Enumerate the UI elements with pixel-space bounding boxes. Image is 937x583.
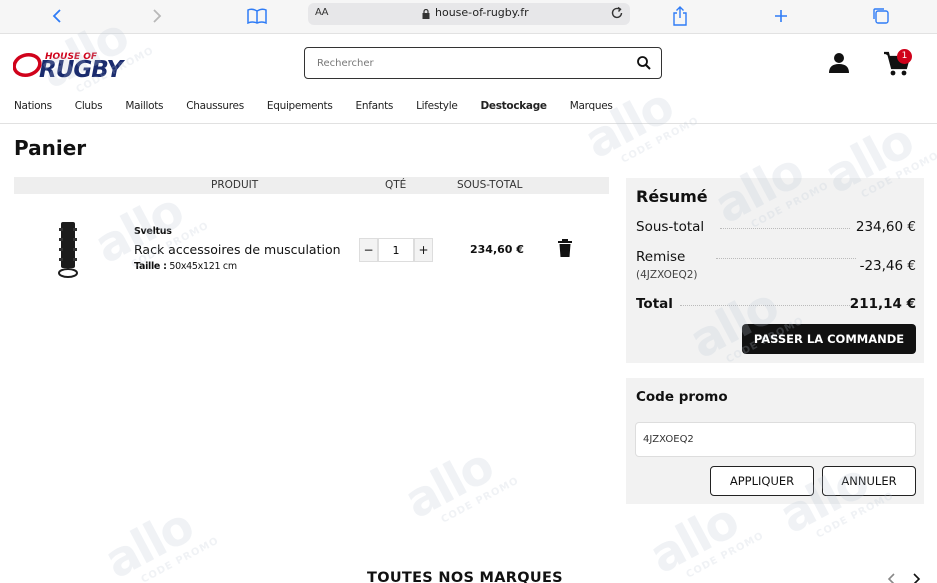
size-label: Taille : [134, 261, 167, 272]
size-value: 50x45x121 cm [169, 261, 237, 272]
col-subtotal: SOUS-TOTAL [457, 179, 523, 191]
chevron-left-icon[interactable] [887, 573, 897, 583]
chevron-right-icon[interactable] [911, 573, 921, 583]
share-icon[interactable] [668, 4, 692, 28]
summary-discount-value: -23,46 € [859, 258, 916, 274]
product-size: Taille : 50x45x121 cm [134, 261, 237, 272]
brands-section-title: TOUTES NOS MARQUES [367, 570, 563, 583]
col-qty: QTÉ [385, 179, 407, 191]
bookmarks-icon[interactable] [245, 4, 269, 28]
search-icon[interactable] [636, 55, 652, 71]
checkout-button[interactable]: PASSER LA COMMANDE [742, 324, 916, 354]
product-brand: Sveltus [134, 226, 172, 237]
promo-code-panel: Code promo APPLIQUER ANNULER [626, 378, 924, 504]
summary-subtotal-value: 234,60 € [855, 219, 916, 235]
nav-item-enfants[interactable]: Enfants [356, 100, 394, 116]
order-summary: Résumé Sous-total 234,60 € Remise -23,46… [626, 178, 924, 363]
qty-increase-button[interactable]: + [414, 238, 433, 262]
col-product: PRODUIT [211, 179, 259, 191]
main-nav: Nations Clubs Maillots Chaussures Equipe… [14, 100, 636, 116]
summary-subtotal-label: Sous-total [636, 219, 705, 235]
reader-options-label[interactable]: AA [315, 7, 328, 18]
site-logo[interactable]: HOUSE OF RUGBY [12, 49, 155, 83]
nav-item-marques[interactable]: Marques [570, 100, 613, 116]
cart-table-header: PRODUIT QTÉ SOUS-TOTAL [14, 177, 609, 194]
search-box [304, 47, 662, 79]
cancel-promo-button[interactable]: ANNULER [822, 466, 916, 496]
nav-item-maillots[interactable]: Maillots [125, 100, 163, 116]
quantity-stepper: − + [359, 238, 433, 262]
tabs-icon[interactable] [869, 4, 893, 28]
product-image[interactable] [55, 220, 81, 280]
watermark: allo CODE PROMO [95, 497, 221, 583]
browser-toolbar: AA house-of-rugby.fr [0, 0, 937, 34]
qty-decrease-button[interactable]: − [359, 238, 378, 262]
nav-item-lifestyle[interactable]: Lifestyle [416, 100, 458, 116]
search-input[interactable] [317, 54, 617, 72]
summary-discount-code: (4JZXOEQ2) [636, 269, 698, 281]
url-text: house-of-rugby.fr [435, 6, 529, 19]
nav-item-clubs[interactable]: Clubs [75, 100, 103, 116]
dotted-leader [720, 228, 850, 229]
reload-icon[interactable] [610, 6, 624, 23]
dotted-leader [716, 258, 856, 259]
line-subtotal: 234,60 € [470, 243, 524, 256]
product-name[interactable]: Rack accessoires de musculation [134, 242, 341, 257]
page-title: Panier [14, 136, 87, 160]
lock-icon [422, 8, 430, 22]
cart-count-badge: 1 [897, 49, 912, 64]
address-bar[interactable]: AA house-of-rugby.fr [308, 3, 630, 25]
nav-item-chaussures[interactable]: Chaussures [186, 100, 244, 116]
trash-icon[interactable] [557, 238, 573, 261]
summary-total-label: Total [636, 296, 673, 312]
summary-total-value: 211,14 € [849, 296, 916, 312]
watermark: allo CODE PROMO [395, 437, 521, 530]
back-icon[interactable] [45, 4, 69, 28]
account-icon[interactable] [827, 51, 851, 78]
promo-title: Code promo [636, 389, 728, 405]
watermark: allo CODE PROMO [575, 77, 701, 170]
summary-title: Résumé [636, 187, 708, 206]
apply-promo-button[interactable]: APPLIQUER [710, 466, 814, 496]
forward-icon[interactable] [145, 4, 169, 28]
nav-item-destockage[interactable]: Destockage [481, 100, 548, 116]
promo-code-input[interactable] [635, 422, 916, 457]
summary-discount-label: Remise [636, 249, 686, 265]
qty-input[interactable] [378, 238, 414, 262]
nav-item-nations[interactable]: Nations [14, 100, 52, 116]
nav-item-equipements[interactable]: Equipements [267, 100, 333, 116]
new-tab-icon[interactable] [769, 4, 793, 28]
nav-divider [0, 123, 937, 124]
logo-text-main: RUGBY [39, 57, 126, 79]
dotted-leader [680, 305, 850, 306]
